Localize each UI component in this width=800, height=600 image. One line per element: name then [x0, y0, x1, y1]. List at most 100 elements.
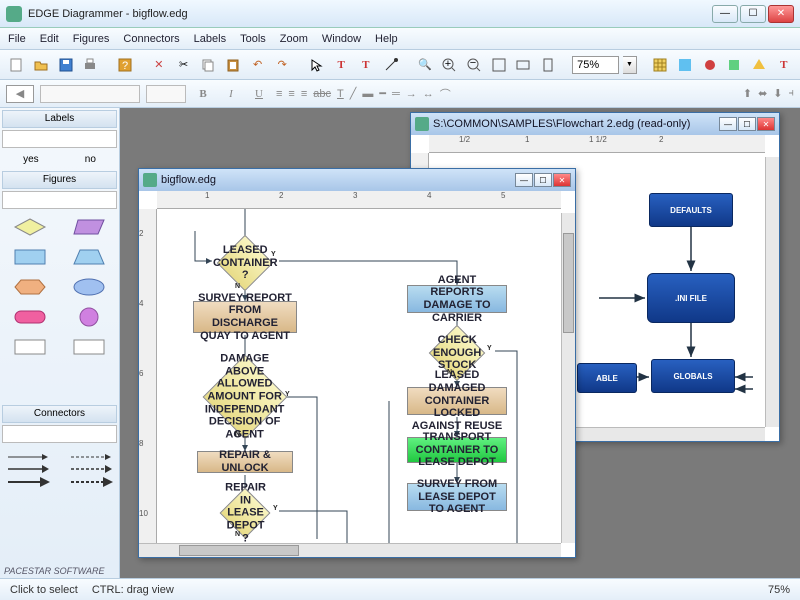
help-icon[interactable]: ?: [114, 54, 135, 76]
menu-file[interactable]: File: [8, 33, 26, 45]
align-top-icon[interactable]: ⬆: [743, 87, 752, 100]
zoom-dropdown[interactable]: ▼: [623, 56, 636, 74]
menu-tools[interactable]: Tools: [240, 33, 266, 45]
conn-arrow-solid[interactable]: [6, 453, 50, 461]
scrollbar-vertical[interactable]: [765, 157, 779, 427]
doc-min-button[interactable]: —: [515, 173, 533, 187]
doc-close-button[interactable]: ✕: [757, 117, 775, 131]
text2-icon[interactable]: T: [356, 54, 377, 76]
linecolor-icon[interactable]: ╱: [350, 87, 357, 100]
menu-connectors[interactable]: Connectors: [123, 33, 179, 45]
node-repair-unlock[interactable]: REPAIR & UNLOCK: [197, 451, 293, 473]
menu-figures[interactable]: Figures: [73, 33, 110, 45]
undo-icon[interactable]: ↶: [247, 54, 268, 76]
shape-circle[interactable]: [63, 305, 116, 329]
labels-panel-header[interactable]: Labels: [2, 110, 117, 128]
node-repair-lease[interactable]: REPAIR IN LEASE DEPOT ?: [220, 488, 271, 539]
shape-rect-outline2[interactable]: [63, 335, 116, 359]
menu-labels[interactable]: Labels: [194, 33, 226, 45]
node-agent-reports[interactable]: AGENT REPORTS DAMAGE TO CARRIER: [407, 285, 507, 313]
linestyle-icon[interactable]: ━: [379, 87, 386, 100]
connectors-dropdown[interactable]: [2, 425, 117, 443]
cut-icon[interactable]: ✂: [173, 54, 194, 76]
delete-icon[interactable]: ✕: [149, 54, 170, 76]
copy-icon[interactable]: [198, 54, 219, 76]
underline-button[interactable]: U: [248, 88, 270, 100]
label-dropdown[interactable]: [2, 130, 117, 148]
figures-panel-header[interactable]: Figures: [2, 171, 117, 189]
doc-window-bigflow[interactable]: bigflow.edg — ☐ ✕ 1 2 3 4 5 2 4: [138, 168, 576, 558]
fontsize-select[interactable]: [146, 85, 186, 103]
align-right-icon[interactable]: ≡: [301, 88, 307, 100]
italic-button[interactable]: I: [220, 88, 242, 100]
scrollbar-vertical[interactable]: [561, 213, 575, 543]
node-survey-report[interactable]: SURVEY REPORT FROM DISCHARGE QUAY TO AGE…: [193, 301, 297, 333]
save-icon[interactable]: [55, 54, 76, 76]
align-mid-icon[interactable]: ⬌: [758, 87, 767, 100]
print-icon[interactable]: [80, 54, 101, 76]
tool4-icon[interactable]: T: [773, 54, 794, 76]
zoompage-icon[interactable]: [538, 54, 559, 76]
connect-icon[interactable]: [380, 54, 401, 76]
close-button[interactable]: ✕: [768, 5, 794, 23]
conn-arrow3-solid[interactable]: [6, 477, 50, 487]
figures-dropdown[interactable]: [2, 191, 117, 209]
zoomfit-icon[interactable]: [488, 54, 509, 76]
redo-icon[interactable]: ↷: [272, 54, 293, 76]
doc-max-button[interactable]: ☐: [534, 173, 552, 187]
node-inifile[interactable]: .INI FILE: [647, 273, 735, 323]
menu-help[interactable]: Help: [375, 33, 398, 45]
zoom-input[interactable]: 75%: [572, 56, 619, 74]
node-leased-locked[interactable]: LEASED DAMAGED CONTAINER LOCKED AGAINST …: [407, 387, 507, 415]
color-back-button[interactable]: ◀: [6, 85, 34, 103]
arrow1-icon[interactable]: →: [406, 88, 417, 100]
shape-diamond[interactable]: [4, 215, 57, 239]
align-center-icon[interactable]: ≡: [288, 88, 294, 100]
shape-roundrect[interactable]: [4, 305, 57, 329]
node-able[interactable]: ABLE: [577, 363, 637, 393]
node-globals[interactable]: GLOBALS: [651, 359, 735, 393]
shape-ellipse[interactable]: [63, 275, 116, 299]
fillcolor-icon[interactable]: ▬: [362, 88, 373, 100]
shape-trapezoid[interactable]: [63, 245, 116, 269]
conn-arrow-dash[interactable]: [69, 453, 113, 461]
arrow2-icon[interactable]: ↔: [423, 88, 434, 100]
lineweight-icon[interactable]: ═: [392, 88, 400, 100]
text-icon[interactable]: T: [331, 54, 352, 76]
label-no[interactable]: no: [85, 154, 96, 165]
conn-arrow3-dash[interactable]: [69, 477, 113, 487]
node-leased-container[interactable]: LEASED CONTAINER ?: [217, 235, 274, 292]
node-transport[interactable]: TRANSPORT CONTAINER TO LEASE DEPOT: [407, 437, 507, 463]
zoomin-icon[interactable]: +: [439, 54, 460, 76]
shape-rect[interactable]: [4, 245, 57, 269]
strike-icon[interactable]: abc: [313, 88, 331, 100]
shape-rect-outline[interactable]: [4, 335, 57, 359]
open-icon[interactable]: [31, 54, 52, 76]
doc-close-button[interactable]: ✕: [553, 173, 571, 187]
snap-icon[interactable]: [675, 54, 696, 76]
font-select[interactable]: [40, 85, 140, 103]
zoom-icon[interactable]: 🔍: [414, 54, 435, 76]
node-defaults[interactable]: DEFAULTS: [649, 193, 733, 227]
conn-arrow2-dash[interactable]: [69, 465, 113, 473]
doc-min-button[interactable]: —: [719, 117, 737, 131]
menu-zoom[interactable]: Zoom: [280, 33, 308, 45]
shape-hexagon[interactable]: [4, 275, 57, 299]
menu-window[interactable]: Window: [322, 33, 361, 45]
textcolor-icon[interactable]: T: [337, 88, 344, 100]
tool2-icon[interactable]: [724, 54, 745, 76]
grid-icon[interactable]: [650, 54, 671, 76]
tool3-icon[interactable]: [749, 54, 770, 76]
zoomfit2-icon[interactable]: [513, 54, 534, 76]
align-bot-icon[interactable]: ⬇: [773, 87, 782, 100]
tool1-icon[interactable]: [699, 54, 720, 76]
distribute-icon[interactable]: ⫞: [789, 87, 795, 100]
node-damage-above[interactable]: DAMAGE ABOVE ALLOWED AMOUNT FOR INDEPEND…: [203, 355, 288, 440]
conn-arrow2-solid[interactable]: [6, 465, 50, 473]
connectors-panel-header[interactable]: Connectors: [2, 405, 117, 423]
scrollbar-horizontal[interactable]: [139, 543, 561, 557]
maximize-button[interactable]: ☐: [740, 5, 766, 23]
select-icon[interactable]: [306, 54, 327, 76]
doc-max-button[interactable]: ☐: [738, 117, 756, 131]
label-yes[interactable]: yes: [23, 154, 39, 165]
